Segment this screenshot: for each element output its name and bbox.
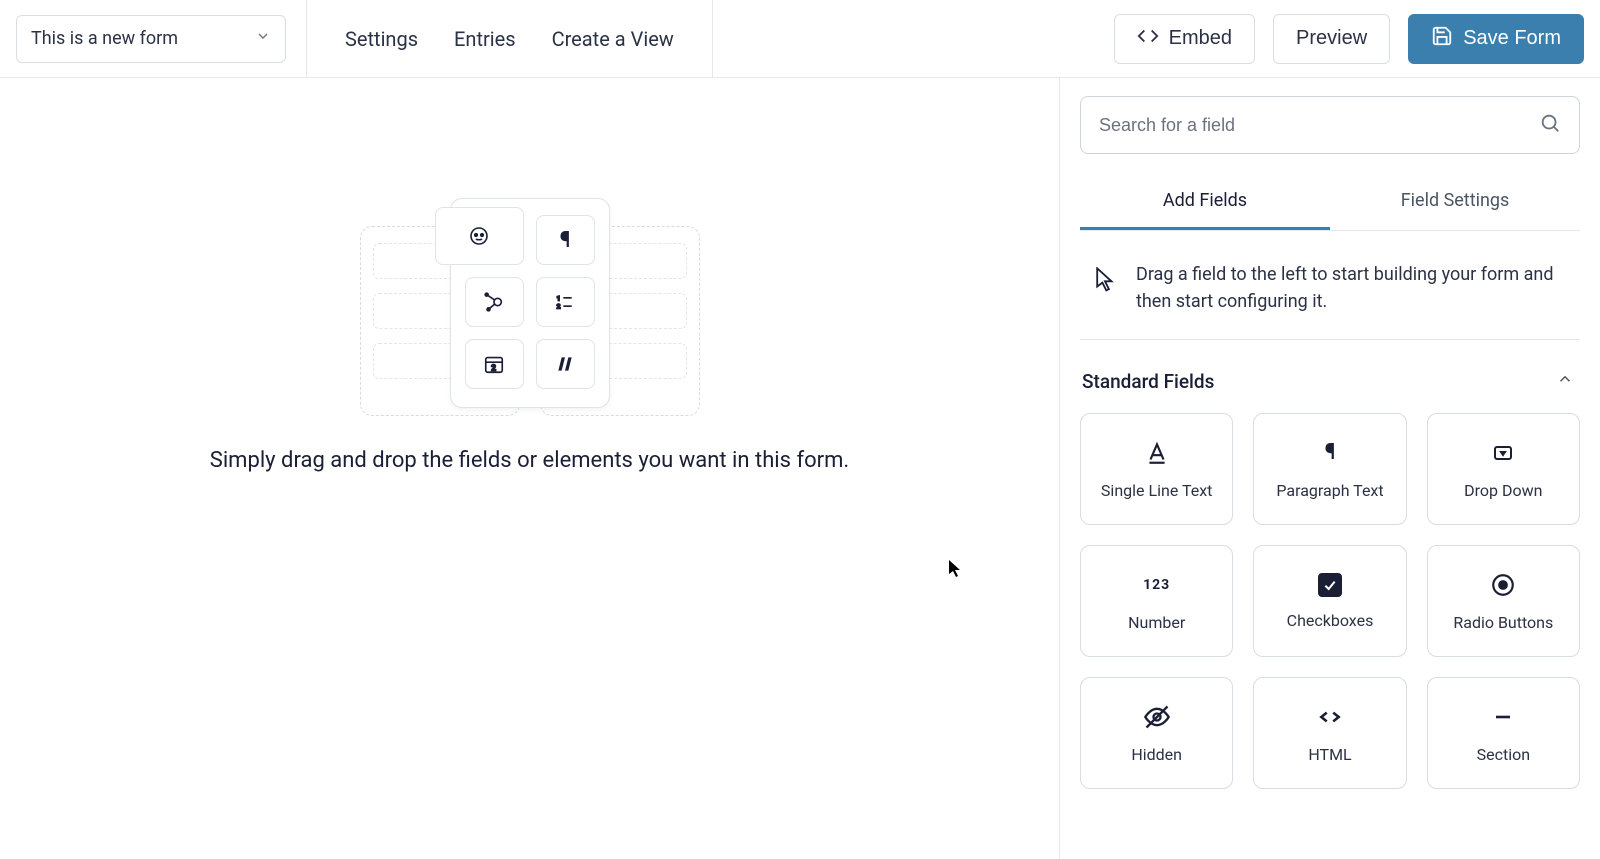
field-number[interactable]: 123 Number [1080,545,1233,657]
divider [712,0,713,78]
field-label: Hidden [1131,745,1182,764]
hubspot-icon [465,277,524,327]
monkey-icon [435,207,524,265]
empty-state-text: Simply drag and drop the fields or eleme… [210,448,849,473]
field-label: HTML [1308,745,1351,764]
sidebar-tabs: Add Fields Field Settings [1080,174,1580,231]
chevron-up-icon [1556,370,1574,393]
paragraph-icon: ¶ [1316,439,1344,467]
field-label: Paragraph Text [1276,481,1383,500]
field-section[interactable]: Section [1427,677,1580,789]
nav-settings[interactable]: Settings [345,27,418,51]
field-checkboxes[interactable]: Checkboxes [1253,545,1406,657]
dropdown-icon [1489,439,1517,467]
field-html[interactable]: HTML [1253,677,1406,789]
section-title: Standard Fields [1082,370,1214,393]
cursor-icon [948,559,962,579]
embed-button[interactable]: Embed [1114,14,1255,64]
preview-button[interactable]: Preview [1273,14,1390,64]
form-title-text: This is a new form [31,28,178,49]
divider [306,0,307,78]
field-paragraph-text[interactable]: ¶ Paragraph Text [1253,413,1406,525]
form-canvas[interactable]: ¶ 12 2 Simply drag and drop the fields o… [0,78,1060,859]
fields-grid: Single Line Text ¶ Paragraph Text Drop D… [1080,413,1580,789]
svg-text:2: 2 [491,363,496,373]
stripes-icon [536,339,595,389]
nav-entries[interactable]: Entries [454,27,516,51]
number-icon: 123 [1143,571,1171,599]
text-icon [1143,439,1171,467]
hidden-icon [1143,703,1171,731]
main-area: ¶ 12 2 Simply drag and drop the fields o… [0,78,1600,859]
field-drop-down[interactable]: Drop Down [1427,413,1580,525]
html-icon [1316,703,1344,731]
field-hidden[interactable]: Hidden [1080,677,1233,789]
cursor-arrow-icon [1094,267,1116,297]
empty-state-illustration: ¶ 12 2 [360,198,700,418]
svg-text:2: 2 [557,303,561,311]
top-actions: Embed Preview Save Form [1114,14,1584,64]
top-bar: This is a new form Settings Entries Crea… [0,0,1600,78]
field-label: Single Line Text [1101,481,1212,500]
field-radio-buttons[interactable]: Radio Buttons [1427,545,1580,657]
search-input[interactable] [1099,115,1539,136]
list-icon: 12 [536,277,595,327]
code-icon [1137,25,1159,53]
field-label: Number [1128,613,1185,632]
top-links: Settings Entries Create a View [327,27,692,51]
chevron-down-icon [255,28,271,49]
calendar-icon: 2 [465,339,524,389]
save-label: Save Form [1463,27,1561,50]
paragraph-icon: ¶ [536,215,595,265]
save-icon [1431,25,1453,53]
svg-text:1: 1 [557,294,561,302]
field-label: Drop Down [1464,481,1542,500]
section-icon [1489,703,1517,731]
field-label: Section [1477,745,1530,764]
tab-field-settings[interactable]: Field Settings [1330,174,1580,230]
checkbox-icon [1318,573,1342,597]
radio-icon [1489,571,1517,599]
embed-label: Embed [1169,27,1232,50]
field-search[interactable] [1080,96,1580,154]
drag-hint-text: Drag a field to the left to start buildi… [1136,261,1570,315]
field-label: Radio Buttons [1453,613,1553,632]
field-label: Checkboxes [1287,611,1374,630]
search-icon [1539,112,1561,138]
nav-create-view[interactable]: Create a View [552,27,674,51]
field-single-line-text[interactable]: Single Line Text [1080,413,1233,525]
drag-hint-row: Drag a field to the left to start buildi… [1080,253,1580,340]
save-form-button[interactable]: Save Form [1408,14,1584,64]
tab-add-fields[interactable]: Add Fields [1080,174,1330,230]
field-sidebar: Add Fields Field Settings Drag a field t… [1060,78,1600,859]
form-title-dropdown[interactable]: This is a new form [16,15,286,63]
section-standard-fields[interactable]: Standard Fields [1080,366,1580,413]
preview-label: Preview [1296,27,1367,50]
